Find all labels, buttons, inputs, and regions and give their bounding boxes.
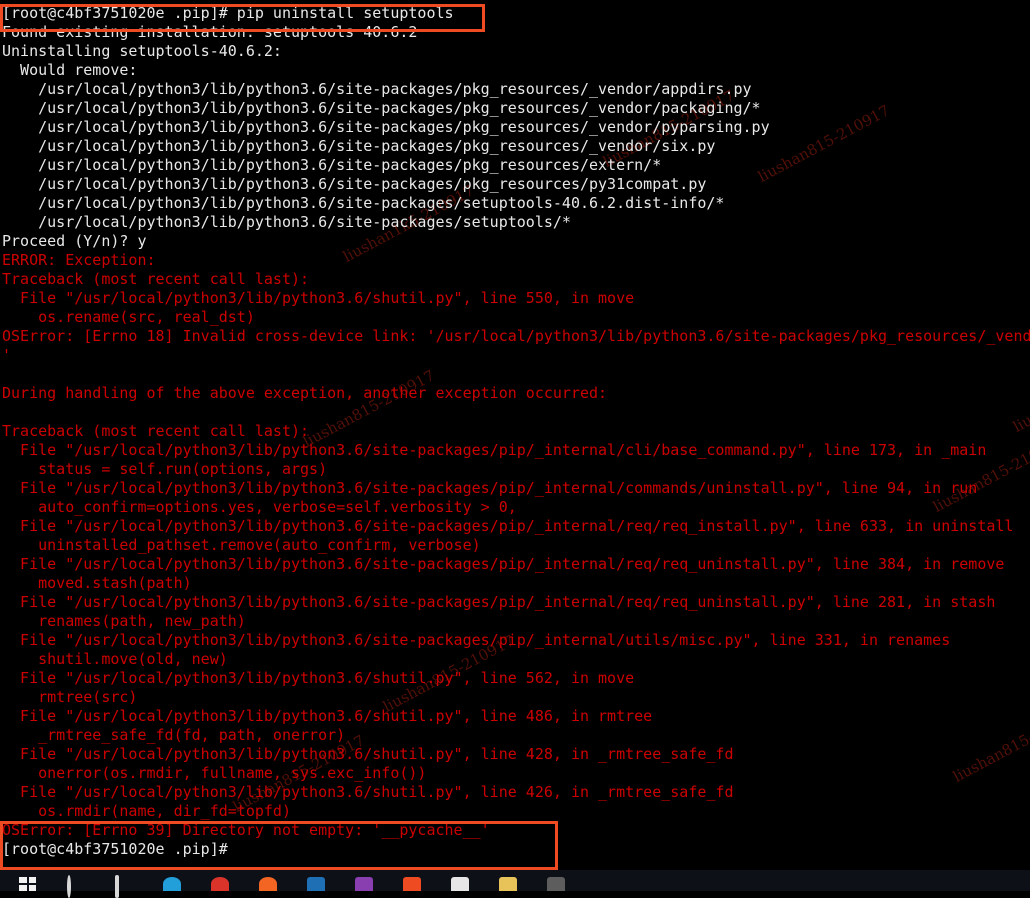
- terminal-line: [root@c4bf3751020e .pip]#: [2, 840, 228, 858]
- search-circle-icon: [67, 875, 89, 898]
- terminal-line: /usr/local/python3/lib/python3.6/site-pa…: [2, 194, 725, 212]
- terminal-line: File "/usr/local/python3/lib/python3.6/s…: [2, 783, 734, 801]
- terminal-line: OSError: [Errno 18] Invalid cross-device…: [2, 327, 1030, 345]
- terminal-line: /usr/local/python3/lib/python3.6/site-pa…: [2, 99, 761, 117]
- terminal-line: Proceed (Y/n)? y: [2, 232, 147, 250]
- terminal-line: renames(path, new_path): [2, 612, 246, 630]
- terminal-line: uninstalled_pathset.remove(auto_confirm,…: [2, 536, 481, 554]
- terminal-line: OSError: [Errno 39] Directory not empty:…: [2, 821, 490, 839]
- explorer-button[interactable]: [438, 870, 486, 891]
- terminal-line: /usr/local/python3/lib/python3.6/site-pa…: [2, 80, 752, 98]
- terminal-line: status = self.run(options, args): [2, 460, 328, 478]
- terminal-window[interactable]: liushan1k5-210917 liushan815-210917 liusha…: [0, 0, 1030, 870]
- terminal-line: File "/usr/local/python3/lib/python3.6/s…: [2, 669, 635, 687]
- terminal-output: [root@c4bf3751020e .pip]# pip uninstall …: [0, 0, 1030, 859]
- terminal-line: File "/usr/local/python3/lib/python3.6/s…: [2, 289, 635, 307]
- folder-yellow-icon: [499, 877, 521, 891]
- terminal-line: /usr/local/python3/lib/python3.6/site-pa…: [2, 175, 707, 193]
- terminal-line: File "/usr/local/python3/lib/python3.6/s…: [2, 555, 1005, 573]
- terminal-line: /usr/local/python3/lib/python3.6/site-pa…: [2, 156, 662, 174]
- media-player-icon: [547, 877, 569, 891]
- terminal-line: shutil.move(old, new): [2, 650, 228, 668]
- terminal-line: Would remove:: [2, 61, 138, 79]
- terminal-line: rmtree(src): [2, 688, 138, 706]
- windows-logo-icon: [19, 877, 41, 891]
- terminal-line: File "/usr/local/python3/lib/python3.6/s…: [2, 745, 734, 763]
- terminal-line: File "/usr/local/python3/lib/python3.6/s…: [2, 441, 987, 459]
- terminal-line: /usr/local/python3/lib/python3.6/site-pa…: [2, 118, 770, 136]
- terminal-line: File "/usr/local/python3/lib/python3.6/s…: [2, 517, 1014, 535]
- editor-button[interactable]: [342, 870, 390, 891]
- terminal-line: File "/usr/local/python3/lib/python3.6/s…: [2, 631, 951, 649]
- task-view-button[interactable]: [102, 870, 150, 898]
- terminal-line: Uninstalling setuptools-40.6.2:: [2, 42, 282, 60]
- terminal-line: ERROR: Exception:: [2, 251, 156, 269]
- orange-app-icon: [259, 877, 281, 891]
- folder-button[interactable]: [486, 870, 534, 891]
- terminal-line: File "/usr/local/python3/lib/python3.6/s…: [2, 707, 653, 725]
- terminal-line: Found existing installation: setuptools …: [2, 23, 418, 41]
- terminal-line: auto_confirm=options.yes, verbose=self.v…: [2, 498, 517, 516]
- terminal-line: /usr/local/python3/lib/python3.6/site-pa…: [2, 137, 716, 155]
- skype-icon: [163, 877, 185, 891]
- media-button[interactable]: [534, 870, 582, 891]
- terminal-line: File "/usr/local/python3/lib/python3.6/s…: [2, 479, 978, 497]
- start-button[interactable]: [6, 870, 54, 891]
- orange-notes-icon: [403, 877, 425, 891]
- terminal-line: Traceback (most recent call last):: [2, 270, 310, 288]
- terminal-line: _rmtree_safe_fd(fd, path, onerror): [2, 726, 346, 744]
- terminal-line: [root@c4bf3751020e .pip]# pip uninstall …: [2, 4, 454, 22]
- terminal-line: os.rename(src, real_dst): [2, 308, 255, 326]
- browser-button[interactable]: [198, 870, 246, 891]
- skype-button[interactable]: [150, 870, 198, 891]
- red-browser-icon: [211, 877, 233, 891]
- terminal-line: During handling of the above exception, …: [2, 384, 608, 402]
- office-button[interactable]: [294, 870, 342, 891]
- office-icon: [307, 877, 329, 891]
- windows-taskbar[interactable]: [0, 870, 1030, 898]
- purple-editor-icon: [355, 877, 377, 891]
- terminal-line: File "/usr/local/python3/lib/python3.6/s…: [2, 593, 996, 611]
- search-button[interactable]: [54, 870, 102, 898]
- orange-app-button[interactable]: [246, 870, 294, 891]
- task-view-icon: [115, 875, 137, 898]
- terminal-line: os.rmdir(name, dir_fd=topfd): [2, 802, 291, 820]
- terminal-line: onerror(os.rmdir, fullname, sys.exc_info…: [2, 764, 427, 782]
- terminal-line: /usr/local/python3/lib/python3.6/site-pa…: [2, 213, 571, 231]
- folder-white-icon: [451, 877, 473, 891]
- terminal-line: Traceback (most recent call last):: [2, 422, 310, 440]
- terminal-line: ': [2, 346, 12, 364]
- terminal-line: moved.stash(path): [2, 574, 192, 592]
- notes-button[interactable]: [390, 870, 438, 891]
